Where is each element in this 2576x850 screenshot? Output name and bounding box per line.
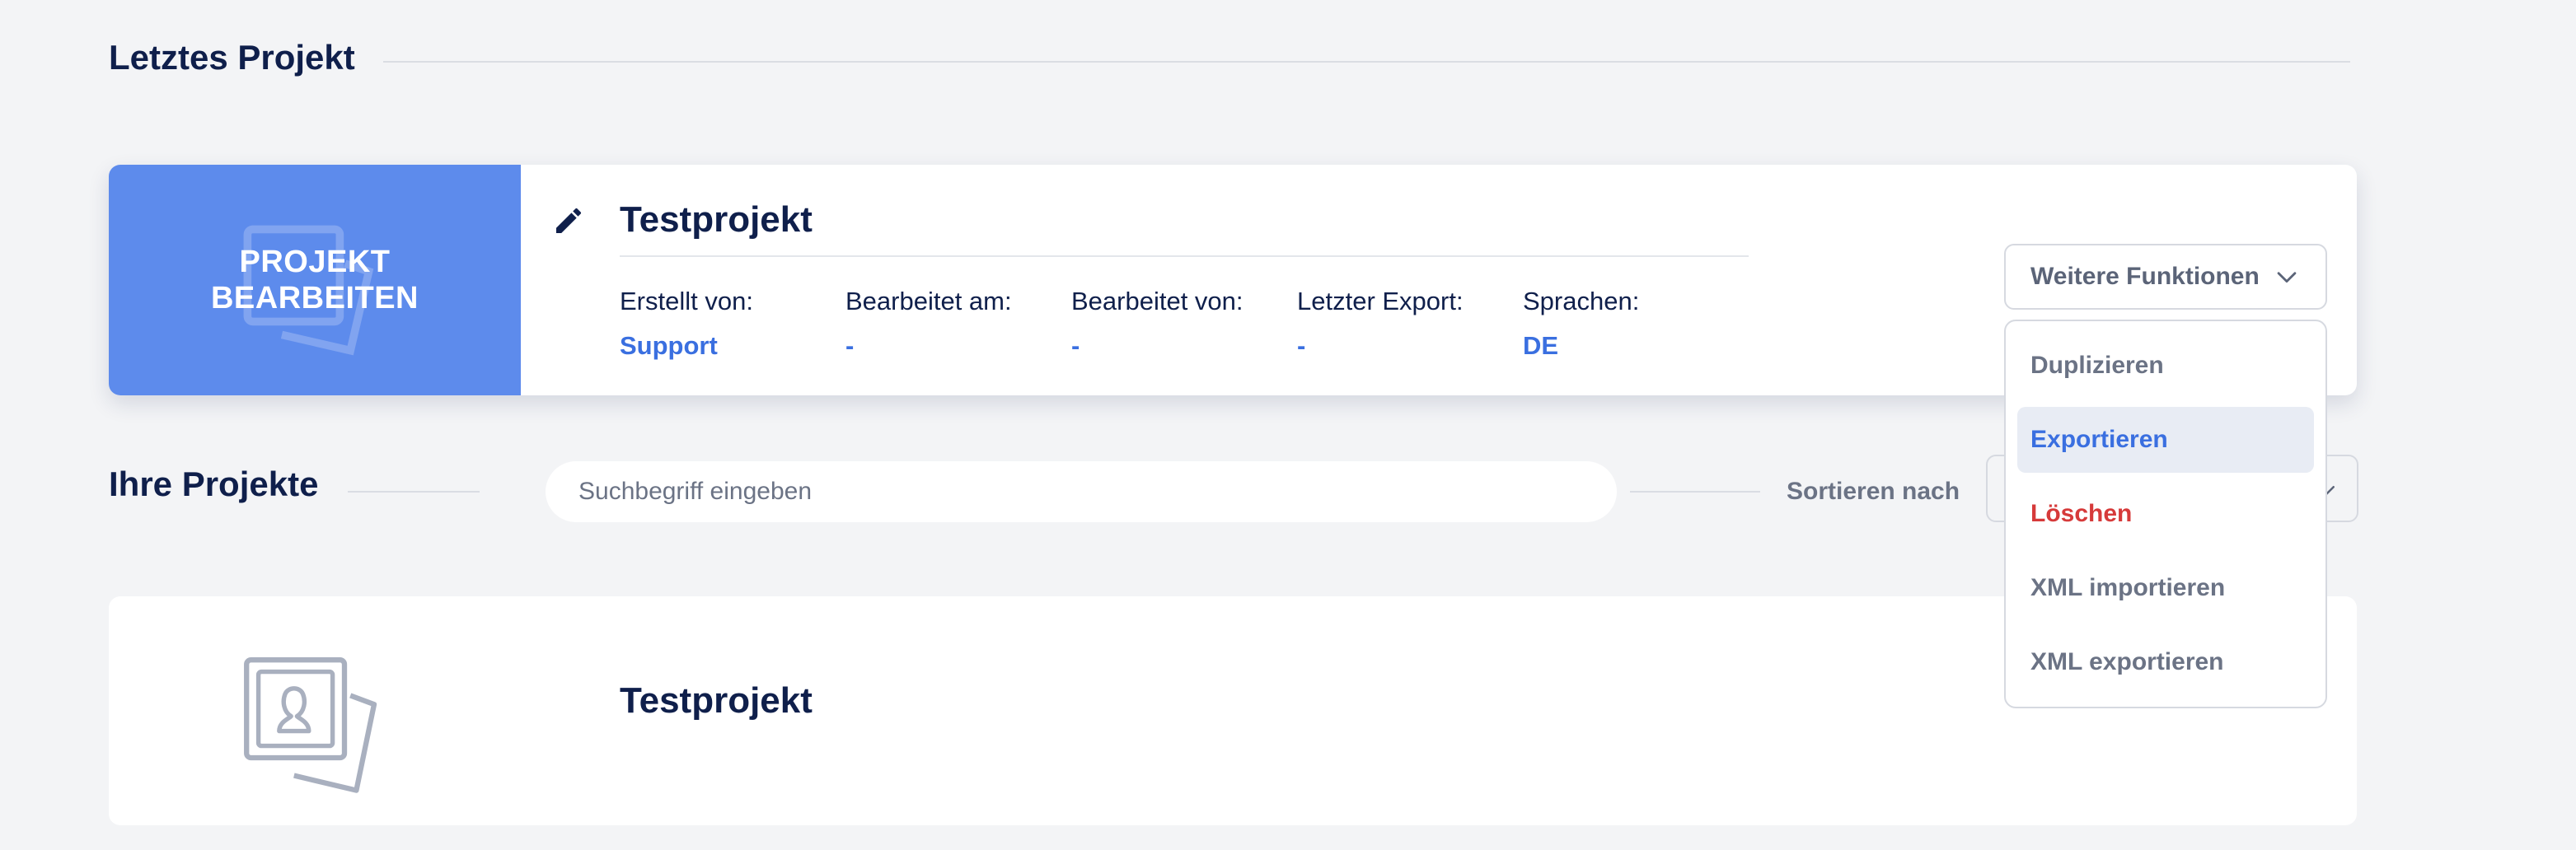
- menu-item-xml-import[interactable]: XML importieren: [2017, 555, 2314, 621]
- meta-label: Bearbeitet von:: [1071, 287, 1244, 315]
- title-divider: [620, 255, 1749, 257]
- last-project-header: Letztes Projekt: [109, 38, 2350, 77]
- meta-label: Letzter Export:: [1297, 287, 1464, 315]
- meta-value: Support: [620, 331, 718, 360]
- meta-value: -: [1297, 331, 1306, 360]
- meta-edited-by: Bearbeitet von: -: [1071, 287, 1294, 361]
- meta-label: Bearbeitet am:: [845, 287, 1012, 315]
- pencil-icon[interactable]: [552, 204, 585, 237]
- last-project-title: Testprojekt: [620, 199, 813, 240]
- last-project-section-title: Letztes Projekt: [109, 38, 355, 77]
- menu-item-duplicate[interactable]: Duplizieren: [2017, 333, 2314, 399]
- menu-item-delete[interactable]: Löschen: [2017, 481, 2314, 547]
- menu-item-xml-export[interactable]: XML exportieren: [2017, 629, 2314, 695]
- sort-label: Sortieren nach: [1787, 478, 1960, 505]
- section-divider: [348, 491, 480, 493]
- edit-project-label-line1: PROJEKT: [239, 245, 391, 279]
- meta-value: DE: [1523, 331, 1559, 360]
- meta-label: Erstellt von:: [620, 287, 753, 315]
- search-input[interactable]: [546, 461, 1617, 522]
- section-divider: [1630, 491, 1760, 493]
- menu-item-export[interactable]: Exportieren: [2017, 407, 2314, 473]
- meta-languages: Sprachen: DE: [1523, 287, 1745, 361]
- project-name: Testprojekt: [620, 680, 813, 721]
- meta-value: -: [1071, 331, 1080, 360]
- page: Letztes Projekt PROJEKT BEARBEITEN Testp…: [0, 0, 2576, 850]
- meta-edited-on: Bearbeitet am: -: [845, 287, 1068, 361]
- section-divider: [382, 61, 2350, 63]
- more-functions-label: Weitere Funktionen: [2030, 263, 2260, 290]
- more-functions-menu: Duplizieren Exportieren Löschen XML impo…: [2004, 320, 2327, 708]
- meta-value: -: [845, 331, 855, 360]
- edit-project-button[interactable]: PROJEKT BEARBEITEN: [109, 165, 521, 395]
- more-functions-button[interactable]: Weitere Funktionen: [2004, 244, 2327, 310]
- meta-last-export: Letzter Export: -: [1297, 287, 1520, 361]
- chevron-down-icon: [2277, 272, 2297, 283]
- meta-created-by: Erstellt von: Support: [620, 287, 842, 361]
- meta-label: Sprachen:: [1523, 287, 1640, 315]
- edit-project-label-line2: BEARBEITEN: [210, 281, 419, 315]
- edit-project-label: PROJEKT BEARBEITEN: [191, 244, 438, 316]
- your-projects-title: Ihre Projekte: [109, 465, 319, 503]
- project-placeholder-icon: [244, 657, 377, 793]
